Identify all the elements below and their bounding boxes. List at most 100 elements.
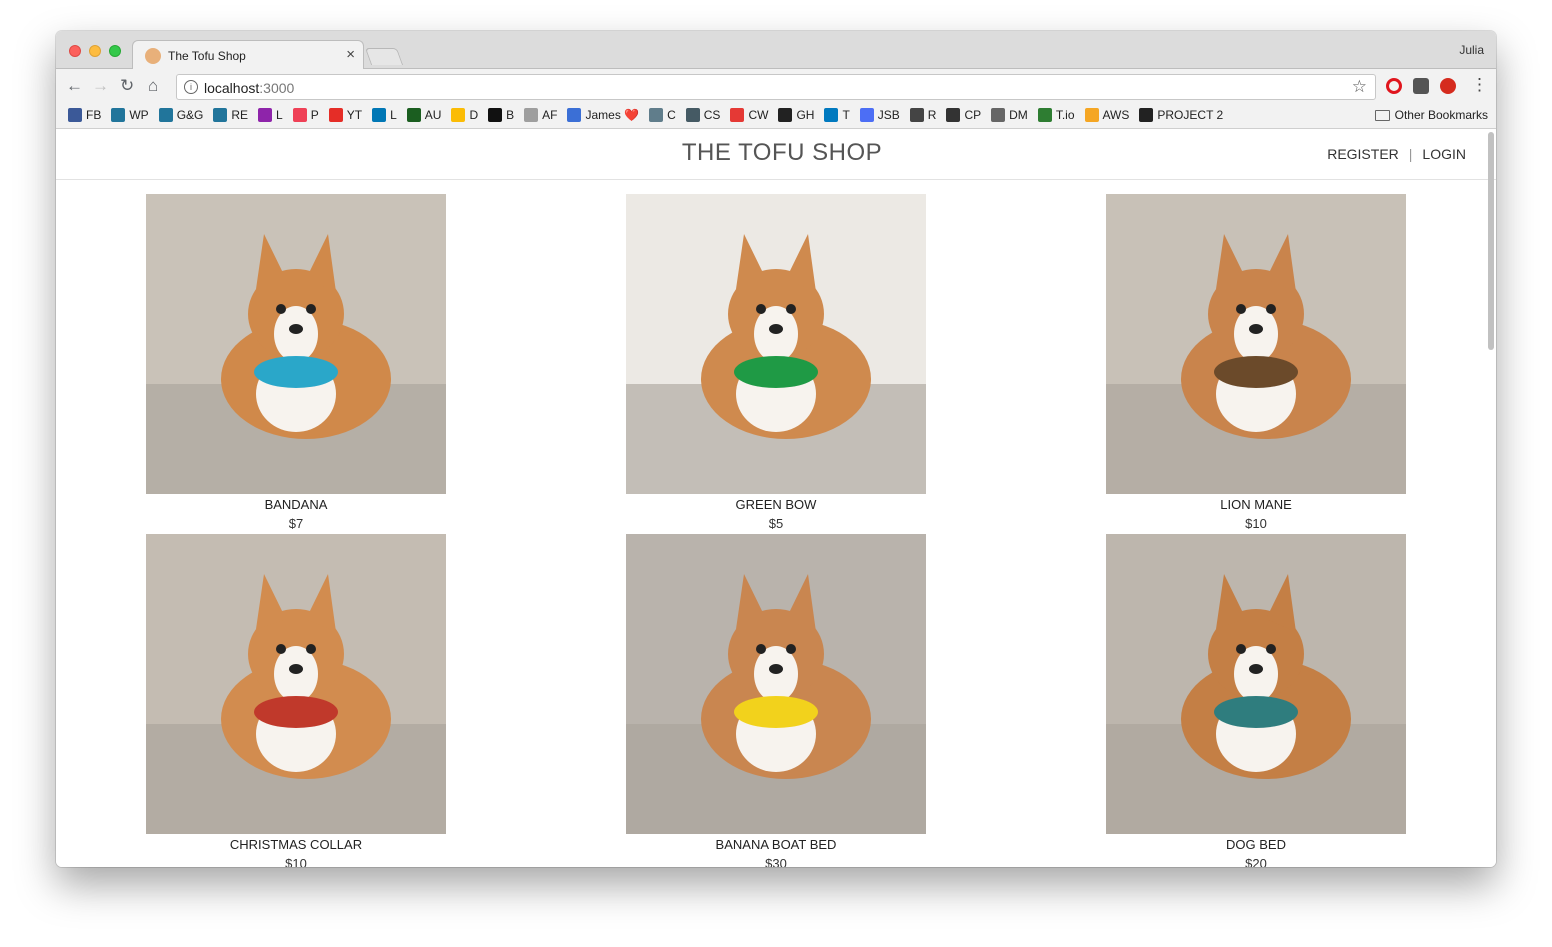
bookmark-item[interactable]: CW — [730, 108, 768, 122]
product-photo[interactable] — [626, 534, 926, 834]
bookmark-item[interactable]: C — [649, 108, 676, 122]
product-card[interactable]: DOG BED $20 — [1106, 534, 1406, 867]
bookmark-label: C — [667, 108, 676, 122]
red-extension-icon[interactable] — [1440, 78, 1456, 94]
bookmark-item[interactable]: L — [372, 108, 397, 122]
address-bar[interactable]: i localhost:3000 ☆ — [176, 74, 1376, 100]
bookmark-item[interactable]: AF — [524, 108, 557, 122]
bookmark-item[interactable]: CP — [946, 108, 981, 122]
bookmark-item[interactable]: P — [292, 108, 319, 122]
product-price: $30 — [765, 856, 787, 867]
nav-separator: | — [1408, 146, 1413, 162]
info-icon[interactable]: i — [184, 80, 198, 94]
product-price: $7 — [288, 516, 304, 531]
url-port: :3000 — [259, 80, 295, 96]
bookmark-icon — [292, 108, 307, 122]
close-window-button[interactable] — [69, 45, 81, 57]
register-link[interactable]: REGISTER — [1327, 146, 1399, 162]
product-name[interactable]: LION MANE — [1106, 497, 1406, 514]
product-name[interactable]: BANANA BOAT BED — [626, 837, 926, 854]
bookmark-icon — [1037, 108, 1052, 122]
bookmark-label: L — [390, 108, 397, 122]
bookmark-item[interactable]: PROJECT 2 — [1139, 108, 1223, 122]
product-name[interactable]: GREEN BOW — [626, 497, 926, 514]
bookmark-label: B — [506, 108, 515, 122]
bookmark-item[interactable]: JSB — [859, 108, 900, 122]
product-card[interactable]: GREEN BOW $5 — [626, 194, 926, 531]
login-link[interactable]: LOGIN — [1422, 146, 1466, 162]
arrow-right-icon[interactable]: → — [92, 76, 109, 96]
product-card[interactable]: BANANA BOAT BED $30 — [626, 534, 926, 867]
bookmark-item[interactable]: R — [909, 108, 936, 122]
product-price: $20 — [1245, 856, 1267, 867]
bookmark-icon — [567, 108, 582, 122]
browser-toolbar: ← → ↻ ⌂ i localhost:3000 ☆ ⋮ — [56, 69, 1496, 105]
tab-title: The Tofu Shop — [168, 49, 246, 63]
product-photo[interactable] — [146, 534, 446, 834]
product-card[interactable]: LION MANE $10 — [1106, 194, 1406, 531]
product-photo[interactable] — [626, 194, 926, 494]
bookmarks-list: FB WP G&G RE L P YT L AU D B AF James ❤️ C CS CW GH T JSB R… — [68, 108, 1223, 122]
product-photo[interactable] — [146, 194, 446, 494]
bookmark-item[interactable]: T.io — [1037, 108, 1075, 122]
bookmark-item[interactable]: AWS — [1084, 108, 1129, 122]
bookmark-item[interactable]: GH — [778, 108, 814, 122]
product-name[interactable]: DOG BED — [1106, 837, 1406, 854]
bookmark-item[interactable]: WP — [111, 108, 149, 122]
profile-name[interactable]: Julia — [1459, 43, 1484, 57]
bookmark-item[interactable]: RE — [213, 108, 248, 122]
bookmark-item[interactable]: L — [258, 108, 283, 122]
bookmark-label: T.io — [1055, 108, 1075, 122]
bookmark-item[interactable]: B — [488, 108, 514, 122]
bookmark-icon — [111, 108, 126, 122]
home-icon[interactable]: ⌂ — [148, 76, 158, 96]
product-photo[interactable] — [1106, 534, 1406, 834]
bookmark-icon — [1139, 108, 1154, 122]
folder-icon — [1374, 109, 1390, 121]
product-card[interactable]: BANDANA $7 — [146, 194, 446, 531]
bookmark-item[interactable]: CS — [685, 108, 720, 122]
maximize-window-button[interactable] — [109, 45, 121, 57]
menu-dots-icon[interactable]: ⋮ — [1471, 75, 1488, 95]
bookmark-item[interactable]: AU — [406, 108, 442, 122]
bookmark-icon — [824, 108, 839, 122]
reload-icon[interactable]: ↻ — [120, 76, 134, 96]
browser-tab[interactable]: The Tofu Shop × — [132, 40, 364, 70]
product-name[interactable]: CHRISTMAS COLLAR — [146, 837, 446, 854]
bookmark-item[interactable]: James ❤️ — [567, 108, 639, 122]
corgi-favicon-icon — [145, 48, 161, 64]
product-card[interactable]: CHRISTMAS COLLAR $10 — [146, 534, 446, 867]
bookmark-icon — [258, 108, 273, 122]
product-photo[interactable] — [1106, 194, 1406, 494]
other-bookmarks-label: Other Bookmarks — [1394, 108, 1488, 122]
bookmark-item[interactable]: G&G — [158, 108, 203, 122]
bookmark-item[interactable]: DM — [991, 108, 1028, 122]
arrow-left-icon[interactable]: ← — [66, 76, 83, 96]
bookmark-label: CP — [964, 108, 982, 122]
bookmark-icon — [909, 108, 924, 122]
tab-close-icon[interactable]: × — [346, 46, 355, 63]
bookmark-icon — [451, 108, 466, 122]
bookmark-item[interactable]: T — [824, 108, 850, 122]
url-text: localhost:3000 — [204, 80, 294, 96]
other-bookmarks[interactable]: Other Bookmarks — [1374, 108, 1488, 122]
scrollbar[interactable] — [1488, 132, 1494, 350]
bookmark-icon — [859, 108, 874, 122]
opera-extension-icon[interactable] — [1386, 78, 1402, 94]
bookmark-item[interactable]: FB — [68, 108, 101, 122]
browser-window: The Tofu Shop × Julia ← → ↻ ⌂ i localhos… — [56, 31, 1496, 867]
new-tab-button[interactable] — [364, 48, 404, 65]
product-name[interactable]: BANDANA — [146, 497, 446, 514]
bookmark-label: AU — [424, 108, 442, 122]
bookmark-item[interactable]: YT — [328, 108, 363, 122]
bookmarks-bar: FB WP G&G RE L P YT L AU D B AF James ❤️ C CS CW GH T JSB R… — [56, 105, 1496, 129]
minimize-window-button[interactable] — [89, 45, 101, 57]
bookmark-label: WP — [129, 108, 149, 122]
bookmark-icon — [1084, 108, 1099, 122]
site-title[interactable]: THE TOFU SHOP — [56, 139, 1496, 167]
bookmark-icon — [328, 108, 343, 122]
bookmark-item[interactable]: D — [451, 108, 478, 122]
pocket-extension-icon[interactable] — [1413, 78, 1429, 94]
star-icon[interactable]: ☆ — [1352, 77, 1367, 97]
bookmark-label: YT — [346, 108, 363, 122]
